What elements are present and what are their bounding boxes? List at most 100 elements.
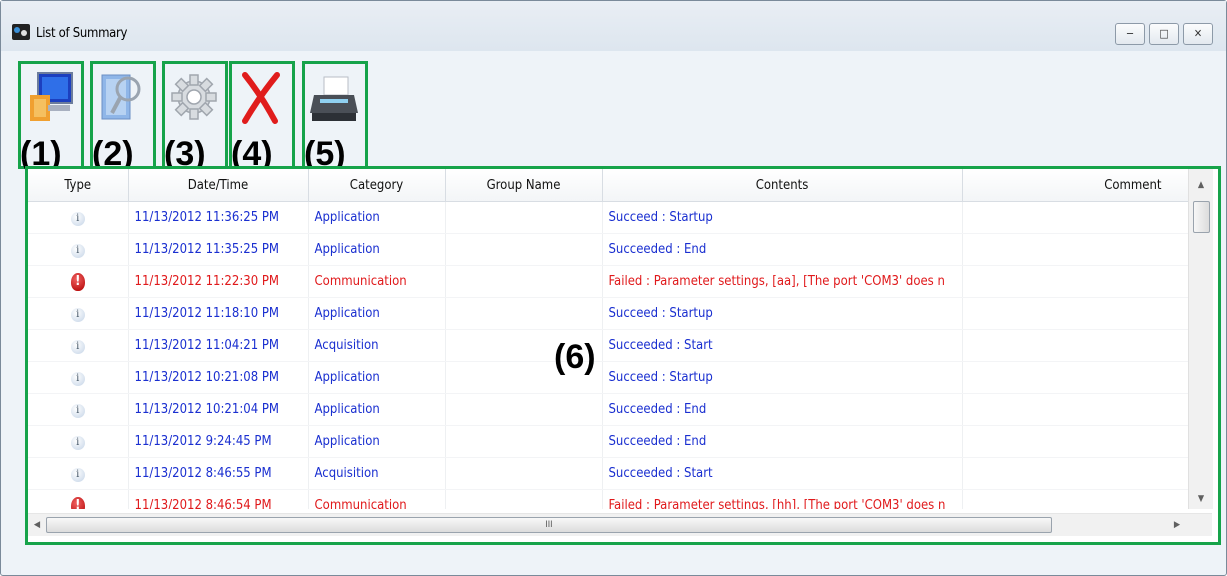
cell-comment xyxy=(962,233,1188,266)
cell-comment xyxy=(962,201,1188,234)
settings-button[interactable]: (3) xyxy=(162,61,228,173)
vertical-scroll-thumb[interactable] xyxy=(1193,201,1210,233)
cell-contents: Succeeded : Start xyxy=(602,329,963,362)
info-icon: i xyxy=(70,467,85,482)
column-header-contents[interactable]: Contents xyxy=(602,169,963,202)
minimize-button[interactable]: − xyxy=(1115,23,1145,45)
cell-datetime: 11/13/2012 9:24:45 PM xyxy=(128,425,309,458)
cell-contents: Succeeded : End xyxy=(602,233,963,266)
cell-type: i xyxy=(28,329,129,362)
cell-group-name xyxy=(445,233,603,266)
table-row[interactable]: ! 11/13/2012 11:22:30 PM Communication Fail… xyxy=(28,265,1188,298)
info-icon: i xyxy=(70,243,85,258)
column-header-datetime[interactable]: Date/Time xyxy=(128,169,309,202)
search-button[interactable]: (2) xyxy=(90,61,156,173)
column-header-group-name[interactable]: Group Name xyxy=(445,169,603,202)
column-header-type[interactable]: Type xyxy=(28,169,129,202)
error-icon: ! xyxy=(70,496,85,509)
table-row[interactable]: ! 11/13/2012 8:46:54 PM Communication Faile… xyxy=(28,489,1188,509)
info-icon: i xyxy=(70,435,85,450)
cell-contents: Succeed : Startup xyxy=(602,297,963,330)
scroll-left-arrow-icon[interactable]: ◀ xyxy=(28,514,46,536)
cell-comment xyxy=(962,457,1188,490)
cell-comment xyxy=(962,265,1188,298)
horizontal-scrollbar[interactable]: ◀ III ▶ xyxy=(28,513,1212,536)
cell-category: Application xyxy=(308,425,446,458)
info-icon: i xyxy=(70,339,85,354)
table-row[interactable]: i 11/13/2012 8:46:55 PM Acquisition Succeed… xyxy=(28,457,1188,490)
cell-comment xyxy=(962,489,1188,509)
table-row[interactable]: i 11/13/2012 11:35:25 PM Application Succee… xyxy=(28,233,1188,266)
maximize-button[interactable]: □ xyxy=(1149,23,1179,45)
title-bar[interactable]: List of Summary − □ ✕ xyxy=(1,1,1226,51)
cell-category: Acquisition xyxy=(308,457,446,490)
cell-datetime: 11/13/2012 8:46:55 PM xyxy=(128,457,309,490)
cell-type: i xyxy=(28,457,129,490)
cell-category: Application xyxy=(308,393,446,426)
toolbar: (1) (2) (3) (4) (5) xyxy=(13,53,1223,173)
table-row[interactable]: i 11/13/2012 11:18:10 PM Application Succee… xyxy=(28,297,1188,330)
cell-datetime: 11/13/2012 10:21:04 PM xyxy=(128,393,309,426)
cell-contents: Failed : Parameter settings, [aa], [The … xyxy=(602,265,963,298)
app-icon xyxy=(12,24,30,40)
horizontal-scroll-thumb[interactable]: III xyxy=(46,517,1052,533)
log-grid: Type Date/Time Category Group Name Conte… xyxy=(25,166,1221,545)
table-row[interactable]: i 11/13/2012 10:21:04 PM Application Succee… xyxy=(28,393,1188,426)
cell-category: Communication xyxy=(308,265,446,298)
scroll-down-arrow-icon[interactable]: ▼ xyxy=(1189,489,1213,509)
export-button[interactable]: (1) xyxy=(18,61,84,173)
cell-group-name xyxy=(445,489,603,509)
table-row[interactable]: i 11/13/2012 11:36:25 PM Application Succee… xyxy=(28,201,1188,234)
gear-icon xyxy=(171,74,217,120)
column-header-comment[interactable]: Comment xyxy=(962,169,1188,202)
cell-comment xyxy=(962,297,1188,330)
cell-category: Acquisition xyxy=(308,329,446,362)
cell-type: i xyxy=(28,297,129,330)
cell-category: Application xyxy=(308,201,446,234)
cell-datetime: 11/13/2012 11:36:25 PM xyxy=(128,201,309,234)
cell-contents: Succeeded : Start xyxy=(602,457,963,490)
delete-button[interactable]: (4) xyxy=(229,61,295,173)
cell-contents: Succeeded : End xyxy=(602,393,963,426)
print-button[interactable]: (5) xyxy=(302,61,368,173)
cell-group-name xyxy=(445,457,603,490)
computer-export-icon xyxy=(30,72,73,121)
log-table: Type Date/Time Category Group Name Conte… xyxy=(28,169,1188,509)
cell-type: ! xyxy=(28,489,129,509)
window-title: List of Summary xyxy=(36,26,128,41)
cell-type: i xyxy=(28,233,129,266)
log-table-viewport: Type Date/Time Category Group Name Conte… xyxy=(28,169,1188,509)
cell-type: i xyxy=(28,361,129,394)
cell-category: Application xyxy=(308,233,446,266)
cell-comment xyxy=(962,329,1188,362)
delete-x-icon xyxy=(242,72,280,124)
cell-type: i xyxy=(28,201,129,234)
cell-comment xyxy=(962,425,1188,458)
scroll-right-arrow-icon[interactable]: ▶ xyxy=(1168,514,1186,536)
cell-category: Application xyxy=(308,297,446,330)
cell-group-name xyxy=(445,425,603,458)
scroll-up-arrow-icon[interactable]: ▲ xyxy=(1189,175,1213,195)
cell-type: i xyxy=(28,425,129,458)
cell-datetime: 11/13/2012 11:22:30 PM xyxy=(128,265,309,298)
column-header-category[interactable]: Category xyxy=(308,169,446,202)
cell-group-name xyxy=(445,297,603,330)
cell-datetime: 11/13/2012 11:35:25 PM xyxy=(128,233,309,266)
vertical-scrollbar[interactable]: ▲ ▼ xyxy=(1188,169,1213,509)
cell-datetime: 11/13/2012 10:21:08 PM xyxy=(128,361,309,394)
cell-datetime: 11/13/2012 11:04:21 PM xyxy=(128,329,309,362)
table-row[interactable]: i 11/13/2012 9:24:45 PM Application Succeed… xyxy=(28,425,1188,458)
cell-contents: Succeed : Startup xyxy=(602,361,963,394)
cell-group-name xyxy=(445,265,603,298)
table-row[interactable]: i 11/13/2012 11:04:21 PM Acquisition Succee… xyxy=(28,329,1188,362)
search-document-icon xyxy=(101,74,141,120)
cell-contents: Succeed : Startup xyxy=(602,201,963,234)
cell-type: ! xyxy=(28,265,129,298)
summary-window: List of Summary − □ ✕ (1) (2) (3) (4) (5… xyxy=(0,0,1227,576)
cell-type: i xyxy=(28,393,129,426)
cell-group-name xyxy=(445,201,603,234)
close-button[interactable]: ✕ xyxy=(1183,23,1213,45)
table-row[interactable]: i 11/13/2012 10:21:08 PM Application Succee… xyxy=(28,361,1188,394)
cell-comment xyxy=(962,393,1188,426)
cell-contents: Failed : Parameter settings, [hh], [The … xyxy=(602,489,963,509)
